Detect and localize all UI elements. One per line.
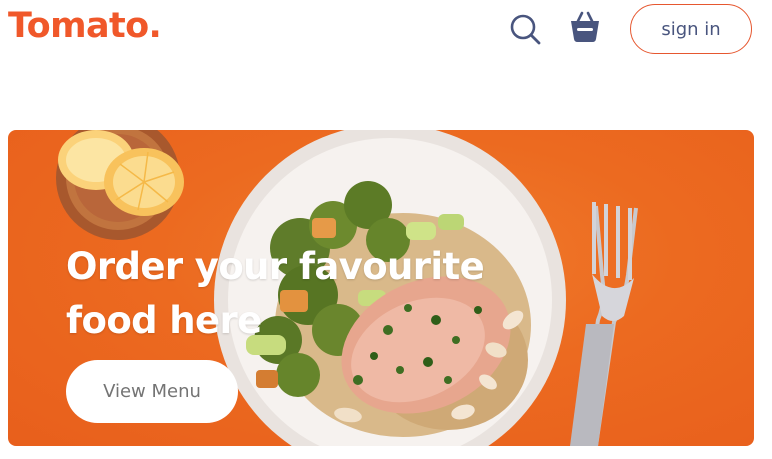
- sign-in-button[interactable]: sign in: [630, 4, 752, 54]
- logo[interactable]: Tomato.: [8, 4, 162, 48]
- search-button[interactable]: [506, 10, 544, 48]
- basket-icon: [571, 11, 599, 42]
- hero-banner: Order your favourite food here View Menu: [8, 130, 754, 446]
- hero-title: Order your favourite food here: [66, 245, 485, 342]
- page: Tomato. sign in Order your favourite foo…: [0, 0, 772, 459]
- view-menu-button[interactable]: View Menu: [66, 360, 238, 423]
- basket-button[interactable]: [566, 8, 604, 46]
- search-icon: [510, 14, 541, 45]
